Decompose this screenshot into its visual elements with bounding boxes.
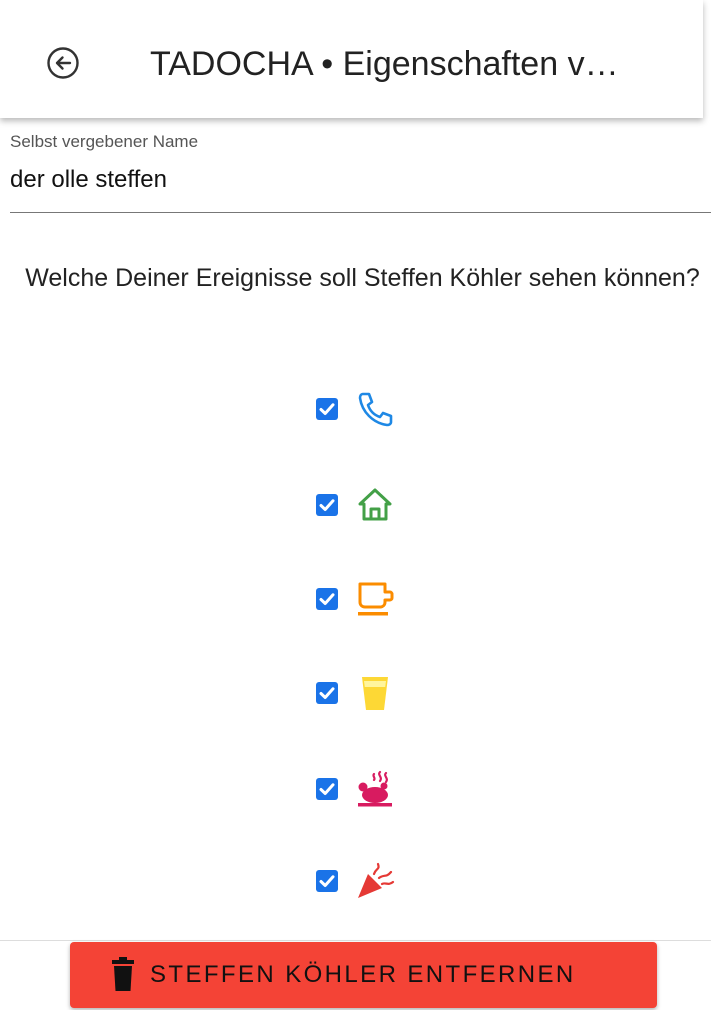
checkmark-icon (319, 783, 335, 795)
glass-icon (354, 672, 396, 714)
checkmark-icon (319, 875, 335, 887)
checkmark-icon (319, 403, 335, 415)
remove-contact-label: STEFFEN KÖHLER ENTFERNEN (150, 961, 576, 988)
back-button[interactable] (46, 46, 80, 80)
event-checkbox-party[interactable] (316, 870, 338, 892)
event-checkbox-phone[interactable] (316, 398, 338, 420)
hot-food-icon (354, 768, 396, 810)
input-underline (10, 212, 711, 213)
event-row-party (316, 860, 436, 904)
custom-name-label: Selbst vergebener Name (10, 132, 199, 151)
event-row-drink (316, 672, 436, 716)
event-checkbox-home[interactable] (316, 494, 338, 516)
coffee-cup-icon (354, 578, 396, 620)
visibility-question: Welche Deiner Ereignisse soll Steffen Kö… (25, 264, 700, 292)
app-bar: TADOCHA • Eigenschaften v… (0, 0, 703, 118)
arrow-left-circle-icon (47, 47, 79, 79)
event-checkbox-drink[interactable] (316, 682, 338, 704)
party-popper-icon (354, 860, 396, 902)
page-title: TADOCHA • Eigenschaften v… (150, 45, 619, 83)
checkmark-icon (319, 499, 335, 511)
phone-icon (354, 388, 396, 430)
home-icon (354, 484, 396, 526)
event-row-home (316, 484, 436, 528)
event-row-food (316, 768, 436, 812)
checkmark-icon (319, 687, 335, 699)
custom-name-input[interactable]: der olle steffen (10, 166, 167, 194)
event-row-coffee (316, 578, 436, 622)
footer-divider (0, 940, 711, 941)
page: TADOCHA • Eigenschaften v… Selbst vergeb… (0, 0, 711, 1010)
event-checkbox-food[interactable] (316, 778, 338, 800)
custom-name-field[interactable]: Selbst vergebener Name der olle steffen (10, 128, 711, 214)
remove-contact-button[interactable]: STEFFEN KÖHLER ENTFERNEN (70, 942, 657, 1008)
event-checkbox-coffee[interactable] (316, 588, 338, 610)
trash-icon (112, 957, 134, 991)
checkmark-icon (319, 593, 335, 605)
event-row-phone (316, 388, 436, 432)
